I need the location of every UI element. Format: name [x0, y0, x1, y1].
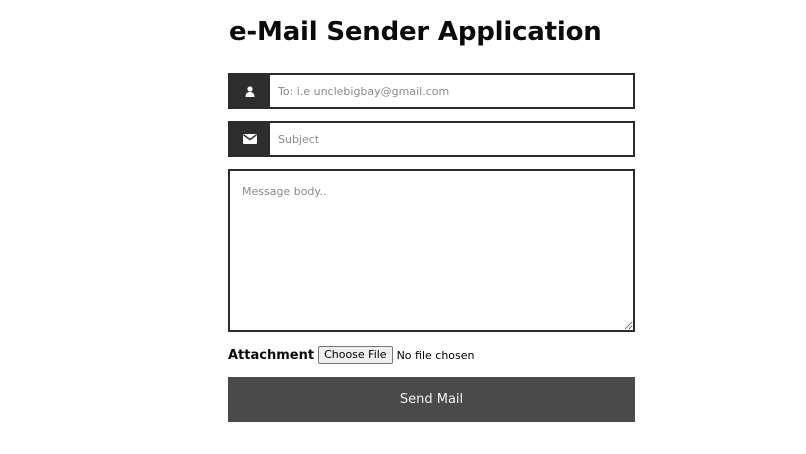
subject-input[interactable] — [270, 123, 633, 155]
choose-file-button[interactable]: Choose File — [318, 346, 393, 364]
page-title: e-Mail Sender Application — [229, 17, 602, 47]
user-icon — [230, 75, 270, 107]
to-email-input[interactable] — [270, 75, 633, 107]
file-status-text: No file chosen — [396, 348, 475, 362]
envelope-icon — [230, 123, 270, 155]
message-body-textarea[interactable] — [228, 169, 635, 332]
user-icon-glyph — [245, 85, 255, 97]
send-mail-button[interactable]: Send Mail — [228, 377, 635, 422]
to-field-group — [228, 73, 635, 109]
attachment-row: Attachment Choose File No file chosen — [228, 344, 475, 366]
subject-field-group — [228, 121, 635, 157]
envelope-icon-glyph — [243, 134, 257, 144]
attachment-label: Attachment — [228, 347, 315, 363]
